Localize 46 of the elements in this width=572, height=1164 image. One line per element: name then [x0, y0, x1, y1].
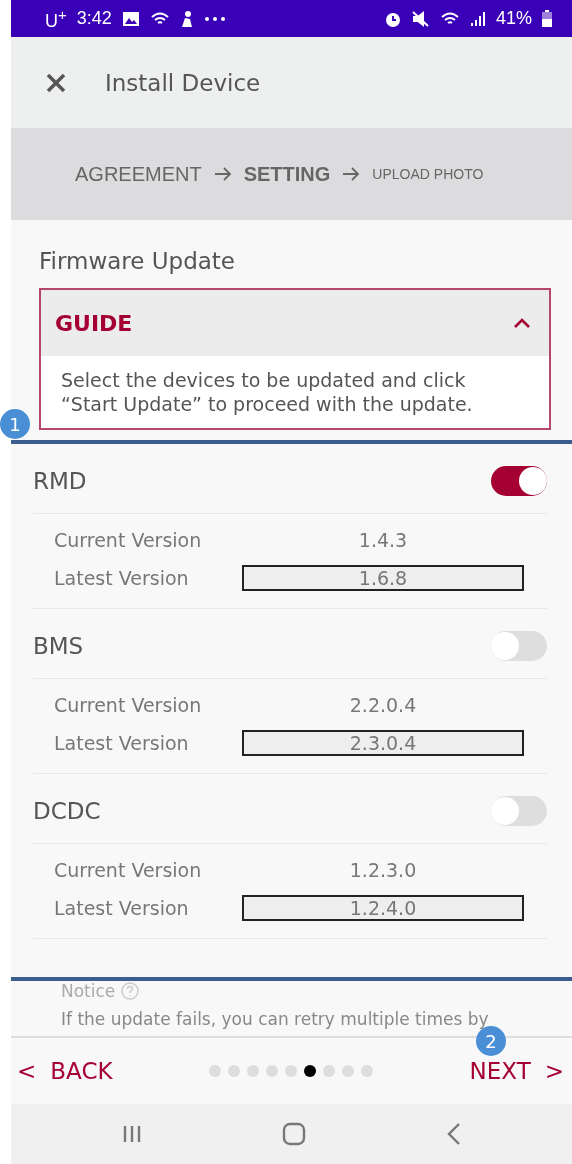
- section-title: Firmware Update: [38, 247, 237, 276]
- current-version: 1.4.3: [357, 529, 409, 552]
- step-label: SETTING: [243, 162, 331, 186]
- step-label: AGREEMENT: [75, 162, 202, 186]
- notice-title: Notice: [61, 981, 116, 1002]
- arrow-icon: [342, 167, 361, 181]
- clock-time: 3:42: [76, 8, 112, 29]
- arrow-icon: [213, 167, 232, 181]
- device-name: DCDC: [33, 797, 101, 824]
- toggle-switch[interactable]: [491, 795, 547, 826]
- carrier-label: U$^{+}$: [45, 5, 67, 32]
- signal-icon: [469, 10, 486, 27]
- back-button[interactable]: < BACK: [17, 1058, 113, 1084]
- wifi-icon: [439, 10, 460, 27]
- home-icon[interactable]: [282, 1122, 307, 1146]
- version-label: Current Version: [54, 529, 203, 552]
- device-name: RMD: [33, 467, 87, 494]
- step-label: UPLOAD PHOTO: [372, 166, 484, 182]
- version-label: Latest Version: [54, 732, 190, 755]
- version-label: Current Version: [54, 859, 203, 882]
- device-name: BMS: [33, 632, 84, 659]
- figure-icon: [179, 9, 194, 28]
- latest-version: 1.6.8: [242, 565, 524, 592]
- more-icon: [203, 15, 226, 22]
- toggle-switch[interactable]: [491, 465, 547, 496]
- version-label: Latest Version: [54, 897, 190, 920]
- image-icon: [121, 10, 140, 27]
- latest-version: 2.3.0.4: [242, 730, 524, 757]
- latest-version: 1.2.4.0: [242, 895, 524, 922]
- guide-header[interactable]: GUIDE: [41, 290, 549, 356]
- callout-badge: 1: [0, 409, 30, 439]
- back-icon[interactable]: [446, 1122, 463, 1146]
- current-version: 2.2.0.4: [348, 694, 418, 717]
- version-label: Latest Version: [54, 567, 190, 590]
- close-icon[interactable]: [45, 71, 67, 94]
- battery-icon: [542, 10, 552, 27]
- guide-text: Select the devices to be updated and click “Start Update” to proceed with the update.: [60, 368, 474, 418]
- current-version: 1.2.3.0: [348, 859, 418, 882]
- wifi-icon: [149, 10, 170, 27]
- page-title: Install Device: [105, 69, 261, 96]
- mute-icon: [411, 9, 430, 28]
- version-label: Current Version: [54, 694, 203, 717]
- battery-percent: 41%: [495, 8, 532, 29]
- chevron-icon: [513, 317, 531, 329]
- next-button[interactable]: NEXT >: [469, 1058, 564, 1084]
- toggle-switch[interactable]: [491, 630, 547, 661]
